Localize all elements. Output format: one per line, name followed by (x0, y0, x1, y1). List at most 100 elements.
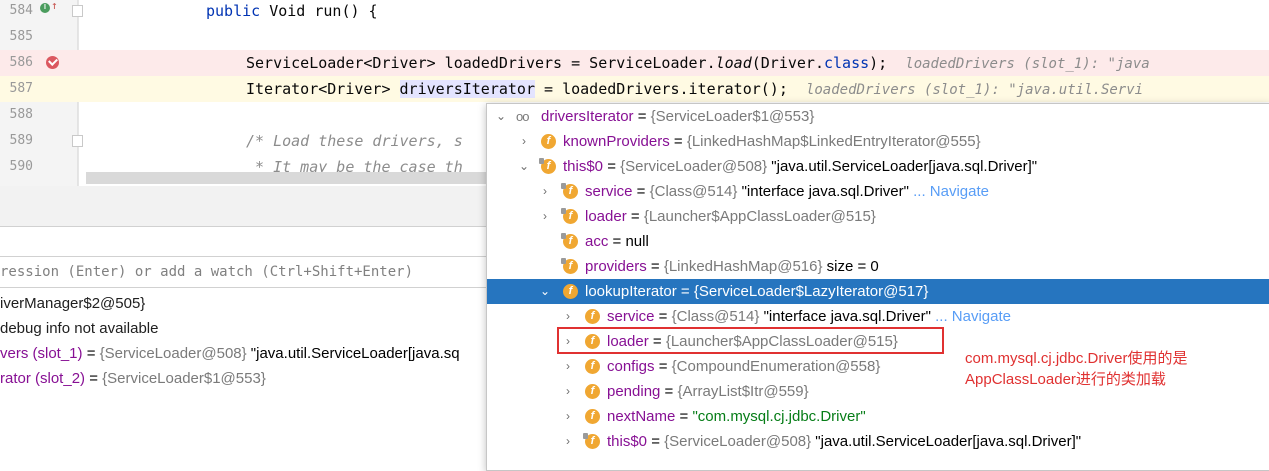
variable-ref: {ServiceLoader$1@553} (102, 370, 266, 387)
equals: = (676, 283, 694, 300)
line-number: 588 (9, 107, 33, 122)
field-ref: {LinkedHashMap@516} (663, 258, 823, 275)
code-segment: Iterator<Driver> (246, 80, 400, 98)
chevron-right-icon[interactable]: › (562, 379, 574, 404)
field-name: this$0 (607, 433, 648, 450)
row-text: driversIterator = {ServiceLoader$1@553} (541, 104, 814, 129)
field-name: loader (585, 208, 627, 225)
equals: = (626, 208, 644, 225)
equals: = (603, 158, 621, 175)
field-icon: f (585, 309, 600, 324)
tree-row-nextName[interactable]: › f nextName = "com.mysql.cj.jdbc.Driver… (487, 404, 1269, 429)
keyword: class (823, 54, 870, 72)
fold-icon[interactable] (72, 135, 83, 147)
code-line-584[interactable]: 584 I ↑ public Void run() { (0, 0, 1269, 24)
chevron-right-icon[interactable]: › (562, 304, 574, 329)
horizontal-scrollbar[interactable] (86, 172, 486, 184)
chevron-down-icon[interactable]: ⌄ (495, 104, 507, 129)
variable-row[interactable]: debug info not available (0, 317, 158, 341)
chevron-right-icon[interactable]: › (518, 129, 530, 154)
field-icon: f (563, 284, 578, 299)
code-line-587[interactable]: 587 Iterator<Driver> driversIterator = l… (0, 76, 1269, 102)
override-marker-icon[interactable]: I (40, 3, 50, 13)
row-text: loader = {Launcher$AppClassLoader@515} (585, 204, 876, 229)
object-icon: oo (516, 109, 530, 124)
field-name: knownProviders (563, 133, 670, 150)
override-arrow-icon: ↑ (51, 0, 58, 12)
row-text: service = {Class@514} "interface java.sq… (607, 304, 1011, 329)
field-value: "interface java.sql.Driver" (737, 183, 909, 200)
equals: = (646, 258, 664, 275)
field-icon: f (585, 409, 600, 424)
selected-identifier[interactable]: driversIterator (399, 80, 535, 98)
field-name: pending (607, 383, 661, 400)
field-value: null (625, 233, 649, 250)
variable-ref: {ServiceLoader@508} (99, 345, 247, 362)
inline-value-hint: loadedDrivers (slot_1): "java.util.Servi (805, 82, 1144, 98)
tree-row-this0[interactable]: › f this$0 = {ServiceLoader@508} "java.u… (487, 429, 1269, 454)
tree-row-providers[interactable]: f providers = {LinkedHashMap@516} size =… (487, 254, 1269, 279)
field-ref: {Class@514} (649, 183, 738, 200)
equals: = (647, 433, 665, 450)
variable-row[interactable]: iverManager$2@505} (0, 292, 145, 316)
tree-row-loader[interactable]: › f loader = {Launcher$AppClassLoader@51… (487, 204, 1269, 229)
breakpoint-icon[interactable] (46, 56, 59, 69)
field-ref: {ServiceLoader@508} (664, 433, 812, 450)
code-segment: = loadedDrivers.iterator(); (535, 80, 788, 98)
row-text: this$0 = {ServiceLoader@508} "java.util.… (607, 429, 1081, 454)
tree-row-service[interactable]: › f service = {Class@514} "interface jav… (487, 179, 1269, 204)
row-text: providers = {LinkedHashMap@516} size = 0 (585, 254, 879, 279)
chevron-right-icon[interactable]: › (562, 404, 574, 429)
variable-value: "java.util.ServiceLoader[java.sq (246, 345, 460, 362)
fold-icon[interactable] (72, 5, 83, 17)
tree-row-acc[interactable]: f acc = null (487, 229, 1269, 254)
field-icon: f (585, 384, 600, 399)
annotation-note: com.mysql.cj.jdbc.Driver使用的是 AppClassLoa… (965, 348, 1245, 390)
field-string-value: "com.mysql.cj.jdbc.Driver" (692, 408, 866, 425)
variable-row[interactable]: rator (slot_2) = {ServiceLoader$1@553} (0, 367, 266, 391)
variable-text: iverManager$2@505} (0, 295, 146, 312)
chevron-down-icon[interactable]: ⌄ (539, 279, 551, 304)
chevron-right-icon[interactable]: › (562, 429, 574, 454)
evaluate-placeholder: ression (Enter) or add a watch (Ctrl+Shi… (0, 264, 414, 280)
inline-value-hint: loadedDrivers (slot_1): "java (905, 56, 1150, 72)
chevron-right-icon[interactable]: › (539, 204, 551, 229)
row-text: service = {Class@514} "interface java.sq… (585, 179, 989, 204)
tree-row-knownProviders[interactable]: › f knownProviders = {LinkedHashMap$Link… (487, 129, 1269, 154)
field-ref: {Launcher$AppClassLoader@515} (643, 208, 876, 225)
code-text: ServiceLoader<Driver> loadedDrivers = Se… (246, 50, 1150, 77)
row-text: knownProviders = {LinkedHashMap$LinkedEn… (563, 129, 981, 154)
field-ref: {Class@514} (671, 308, 760, 325)
chevron-right-icon[interactable]: › (539, 179, 551, 204)
value-tooltip-popup[interactable]: ⌄ oo driversIterator = {ServiceLoader$1@… (486, 103, 1269, 471)
field-ref: {LinkedHashMap$LinkedEntryIterator@555} (686, 133, 981, 150)
navigate-link[interactable]: ... Navigate (909, 183, 989, 200)
tree-row-service[interactable]: › f service = {Class@514} "interface jav… (487, 304, 1269, 329)
tree-row-driversIterator[interactable]: ⌄ oo driversIterator = {ServiceLoader$1@… (487, 104, 1269, 129)
code-line-585[interactable]: 585 (0, 24, 1269, 50)
chevron-down-icon[interactable]: ⌄ (518, 154, 530, 179)
row-text: lookupIterator = {ServiceLoader$LazyIter… (585, 279, 928, 304)
code-segment: ); (869, 54, 888, 72)
field-final-icon: f (539, 158, 556, 174)
equals: = (82, 345, 100, 362)
equals: = (654, 308, 672, 325)
code-line-586[interactable]: 586 ServiceLoader<Driver> loadedDrivers … (0, 50, 1269, 76)
line-number: 589 (9, 133, 33, 148)
field-ref: {ServiceLoader@508} (620, 158, 768, 175)
chevron-right-icon[interactable]: › (562, 354, 574, 379)
field-name: configs (607, 358, 655, 375)
highlight-box (557, 327, 944, 354)
field-final-icon: f (561, 208, 578, 224)
code-text: public Void run() { (206, 0, 378, 24)
variable-row[interactable]: vers (slot_1) = {ServiceLoader@508} "jav… (0, 342, 460, 366)
field-value: "java.util.ServiceLoader[java.sql.Driver… (767, 158, 1038, 175)
tree-row-lookupIterator[interactable]: ⌄ f lookupIterator = {ServiceLoader$Lazy… (487, 279, 1269, 304)
tree-row-this0[interactable]: ⌄ f this$0 = {ServiceLoader@508} "java.u… (487, 154, 1269, 179)
equals: = (85, 370, 103, 387)
equals: = (669, 133, 687, 150)
field-icon: f (585, 359, 600, 374)
annotation-line: com.mysql.cj.jdbc.Driver使用的是 (965, 350, 1188, 367)
navigate-link[interactable]: ... Navigate (931, 308, 1011, 325)
field-name: service (585, 183, 633, 200)
